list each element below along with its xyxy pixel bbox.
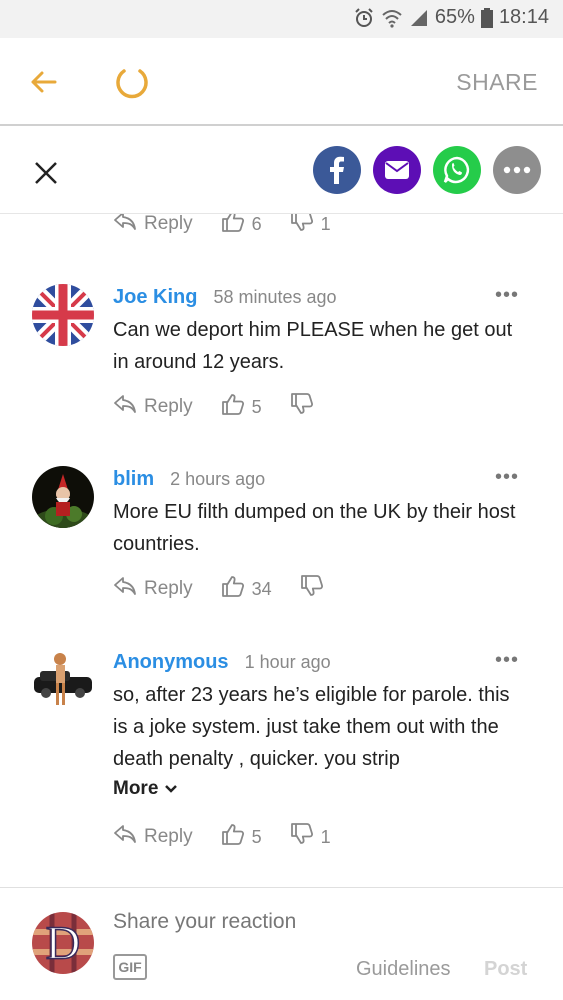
reply-label: Reply: [144, 826, 193, 847]
comment-author[interactable]: Joe King: [113, 286, 197, 309]
like-button[interactable]: 6: [221, 214, 262, 238]
reply-icon: [113, 824, 137, 850]
comment-actions: Reply 5: [113, 393, 342, 421]
thumbs-up-icon: [221, 823, 245, 851]
chevron-down-icon: [164, 778, 178, 800]
loading-spinner-icon: [114, 64, 150, 100]
like-count: 5: [251, 826, 262, 847]
comment-menu-icon[interactable]: •••: [495, 466, 519, 489]
gif-button[interactable]: GIF: [113, 954, 147, 980]
like-count: 6: [251, 214, 262, 234]
dislike-button[interactable]: [300, 575, 324, 603]
thumbs-down-icon: [290, 214, 314, 238]
guidelines-link[interactable]: Guidelines: [356, 958, 451, 981]
like-button[interactable]: 5: [221, 823, 262, 851]
comment-time: 1 hour ago: [244, 652, 331, 672]
comment-text: Can we deport him PLEASE when he get out…: [113, 319, 513, 373]
dislike-count: 1: [320, 214, 331, 234]
reply-button[interactable]: Reply: [113, 576, 193, 602]
reply-button[interactable]: Reply: [113, 824, 193, 850]
thumbs-up-icon: [221, 214, 245, 238]
whatsapp-icon[interactable]: [433, 146, 481, 194]
like-count: 5: [251, 396, 262, 417]
comment-actions: Reply 6 1: [113, 214, 359, 238]
more-button[interactable]: More: [113, 778, 178, 800]
app-bar: SHARE: [0, 38, 563, 126]
comments-list: Reply 6 1 Joe King 58 minutes ago ••• Ca…: [0, 214, 563, 887]
battery-icon: [480, 7, 493, 28]
thumbs-down-icon: [300, 575, 324, 603]
facebook-icon[interactable]: [313, 146, 361, 194]
signal-icon: [409, 8, 429, 28]
comment-text: so, after 23 years he’s eligible for par…: [113, 684, 510, 770]
like-button[interactable]: 34: [221, 575, 272, 603]
share-button[interactable]: SHARE: [456, 69, 538, 96]
dislike-button[interactable]: [290, 393, 314, 421]
reply-label: Reply: [144, 578, 193, 599]
reaction-input[interactable]: Share your reaction: [113, 910, 296, 934]
comment-menu-icon[interactable]: •••: [495, 649, 519, 672]
user-avatar[interactable]: D: [32, 912, 94, 974]
reply-button[interactable]: Reply: [113, 394, 193, 420]
dislike-button[interactable]: 1: [290, 214, 331, 238]
alarm-icon: [353, 7, 375, 29]
comment-text: More EU filth dumped on the UK by their …: [113, 501, 516, 555]
avatar[interactable]: [32, 649, 94, 711]
back-arrow-icon[interactable]: [26, 64, 62, 100]
mail-icon[interactable]: [373, 146, 421, 194]
status-bar: 65% 18:14: [0, 0, 563, 38]
battery-percent: 65%: [434, 6, 475, 28]
comment-time: 2 hours ago: [170, 469, 266, 489]
post-button[interactable]: Post: [484, 958, 527, 981]
reply-label: Reply: [144, 396, 193, 417]
thumbs-up-icon: [221, 393, 245, 421]
comment-time: 58 minutes ago: [213, 287, 337, 307]
wifi-icon: [381, 7, 403, 29]
comment-author[interactable]: Anonymous: [113, 651, 229, 674]
reply-icon: [113, 214, 137, 237]
avatar[interactable]: [32, 284, 94, 346]
like-button[interactable]: 5: [221, 393, 262, 421]
like-count: 34: [251, 578, 272, 599]
thumbs-up-icon: [221, 575, 245, 603]
clock: 18:14: [498, 6, 549, 28]
thumbs-down-icon: [290, 393, 314, 421]
more-label: More: [113, 778, 159, 799]
comment-actions: Reply 34: [113, 575, 352, 603]
comment-menu-icon[interactable]: •••: [495, 284, 519, 307]
dislike-button[interactable]: 1: [290, 823, 331, 851]
comment-composer: D Share your reaction GIF Guidelines Pos…: [0, 887, 563, 1000]
svg-text:D: D: [46, 917, 81, 970]
comment-author[interactable]: blim: [113, 468, 154, 491]
reply-icon: [113, 394, 137, 420]
close-icon[interactable]: [32, 159, 60, 187]
comment-actions: Reply 5 1: [113, 823, 359, 851]
dislike-count: 1: [320, 826, 331, 847]
reply-button[interactable]: Reply: [113, 214, 193, 237]
thumbs-down-icon: [290, 823, 314, 851]
reply-label: Reply: [144, 214, 193, 234]
share-bar: [0, 126, 563, 214]
more-options-icon[interactable]: [493, 146, 541, 194]
avatar[interactable]: [32, 466, 94, 528]
reply-icon: [113, 576, 137, 602]
